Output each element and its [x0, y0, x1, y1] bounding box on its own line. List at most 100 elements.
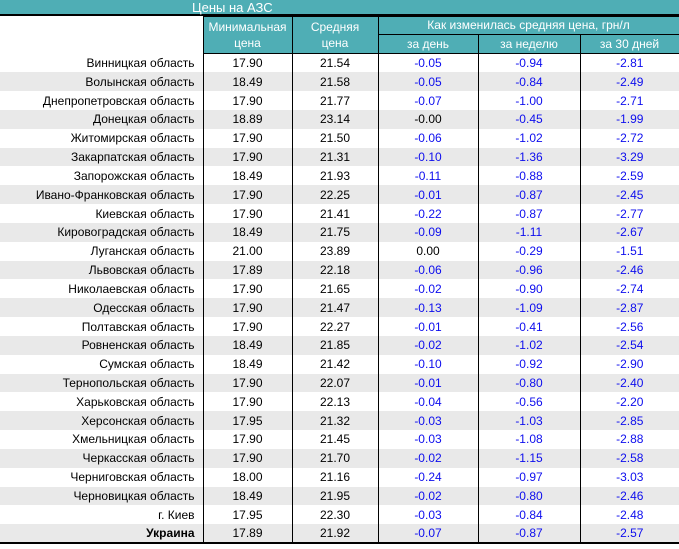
day-change-cell: -0.24: [377, 467, 478, 487]
table-row: Полтавская область 17.90 22.27 -0.01 -0.…: [0, 317, 679, 336]
min-price-cell: 17.90: [202, 317, 292, 336]
avg-price-cell: 22.13: [291, 392, 378, 412]
avg-price-cell: 21.93: [291, 166, 378, 186]
week-change-cell: -1.08: [477, 430, 580, 449]
day-change-cell: -0.03: [377, 411, 478, 431]
min-price-cell: 18.49: [202, 486, 292, 506]
week-change-cell: -0.90: [477, 279, 580, 299]
avg-price-cell: 22.18: [291, 260, 378, 280]
avg-price-cell: 23.14: [291, 109, 378, 129]
week-change-cell: -0.45: [477, 109, 580, 129]
month-change-cell: -2.72: [579, 128, 679, 148]
table-row: Запорожская область 18.49 21.93 -0.11 -0…: [0, 166, 679, 186]
month-change-cell: -3.03: [579, 467, 679, 487]
avg-price-cell: 21.92: [291, 524, 378, 544]
table-row: Львовская область 17.89 22.18 -0.06 -0.9…: [0, 260, 679, 280]
corner-empty-cell: [0, 16, 203, 54]
week-change-cell: -1.36: [477, 147, 580, 167]
month-change-cell: -2.90: [579, 354, 679, 374]
avg-price-cell: 23.89: [291, 241, 378, 261]
col-header-change-group: Как изменилась средняя цена, грн/л: [377, 16, 679, 35]
month-change-cell: -2.77: [579, 204, 679, 223]
week-change-cell: -1.00: [477, 91, 580, 110]
month-change-cell: -2.87: [579, 298, 679, 318]
table-row: Херсонская область 17.95 21.32 -0.03 -1.…: [0, 411, 679, 431]
min-price-cell: 18.89: [202, 109, 292, 129]
day-change-cell: -0.07: [377, 91, 478, 110]
month-change-cell: -2.88: [579, 430, 679, 449]
avg-price-cell: 21.50: [291, 128, 378, 148]
avg-price-cell: 21.58: [291, 72, 378, 92]
region-cell: Волынская область: [85, 74, 195, 89]
min-price-cell: 18.49: [202, 354, 292, 374]
table-row: Луганская область 21.00 23.89 0.00 -0.29…: [0, 241, 679, 261]
min-price-cell: 17.90: [202, 298, 292, 318]
month-change-cell: -2.67: [579, 222, 679, 242]
month-change-cell: -3.29: [579, 147, 679, 167]
page-title: Цены на АЗС: [192, 0, 273, 15]
month-change-cell: -2.71: [579, 91, 679, 110]
week-change-cell: -0.56: [477, 392, 580, 412]
month-change-cell: -2.57: [579, 524, 679, 544]
min-price-cell: 17.90: [202, 279, 292, 299]
avg-price-cell: 21.42: [291, 354, 378, 374]
day-change-cell: -0.04: [377, 392, 478, 412]
month-change-cell: -2.49: [579, 72, 679, 92]
col-header-min-price: Минимальная цена: [202, 16, 293, 54]
min-price-cell: 17.90: [202, 128, 292, 148]
day-change-cell: -0.02: [377, 448, 478, 468]
region-cell: Одесская область: [93, 300, 195, 315]
min-price-cell: 17.90: [202, 147, 292, 167]
region-cell: Киевская область: [95, 206, 195, 221]
week-change-cell: -0.97: [477, 467, 580, 487]
col-header-avg-price-line1: Средняя: [310, 19, 360, 34]
avg-price-cell: 21.95: [291, 486, 378, 506]
day-change-cell: -0.10: [377, 354, 478, 374]
day-change-cell: -0.03: [377, 505, 478, 525]
min-price-cell: 18.49: [202, 222, 292, 242]
col-header-change-day: за день: [377, 34, 479, 54]
month-change-cell: -2.59: [579, 166, 679, 186]
region-cell: Харьковская область: [76, 394, 195, 409]
region-cell: Львовская область: [88, 263, 195, 278]
month-change-cell: -2.81: [579, 53, 679, 73]
min-price-cell: 17.90: [202, 448, 292, 468]
min-price-cell: 17.90: [202, 204, 292, 223]
table-row: Тернопольская область 17.90 22.07 -0.01 …: [0, 373, 679, 393]
avg-price-cell: 21.16: [291, 467, 378, 487]
table-row: Николаевская область 17.90 21.65 -0.02 -…: [0, 279, 679, 299]
day-change-cell: -0.05: [377, 72, 478, 92]
min-price-cell: 17.90: [202, 53, 292, 73]
region-cell: Украина: [146, 526, 195, 541]
month-change-cell: -2.46: [579, 260, 679, 280]
region-cell: Луганская область: [90, 244, 195, 259]
week-change-cell: -0.96: [477, 260, 580, 280]
week-change-cell: -0.88: [477, 166, 580, 186]
month-change-cell: -2.85: [579, 411, 679, 431]
month-change-cell: -2.58: [579, 448, 679, 468]
min-price-cell: 18.00: [202, 467, 292, 487]
avg-price-cell: 22.25: [291, 185, 378, 205]
month-change-cell: -2.20: [579, 392, 679, 412]
week-change-cell: -1.03: [477, 411, 580, 431]
day-change-cell: -0.06: [377, 128, 478, 148]
avg-price-cell: 21.54: [291, 53, 378, 73]
day-change-cell: -0.07: [377, 524, 478, 544]
region-cell: Запорожская область: [73, 168, 195, 183]
region-cell: Черновицкая область: [73, 488, 195, 503]
col-header-min-price-line2: цена: [234, 36, 261, 50]
table-row: Одесская область 17.90 21.47 -0.13 -1.09…: [0, 298, 679, 318]
avg-price-cell: 21.70: [291, 448, 378, 468]
day-change-cell: -0.01: [377, 185, 478, 205]
col-header-avg-price: Средняя цена: [291, 16, 379, 54]
avg-price-cell: 21.75: [291, 222, 378, 242]
region-cell: Хмельницкая область: [72, 432, 195, 447]
region-cell: Николаевская область: [68, 281, 195, 296]
day-change-cell: -0.00: [377, 109, 478, 129]
month-change-cell: -1.99: [579, 109, 679, 129]
table-body: Винницкая область 17.90 21.54 -0.05 -0.9…: [0, 53, 679, 544]
region-cell: Днепропетровская область: [42, 93, 195, 108]
day-change-cell: -0.03: [377, 430, 478, 449]
week-change-cell: -0.29: [477, 241, 580, 261]
min-price-cell: 18.49: [202, 166, 292, 186]
